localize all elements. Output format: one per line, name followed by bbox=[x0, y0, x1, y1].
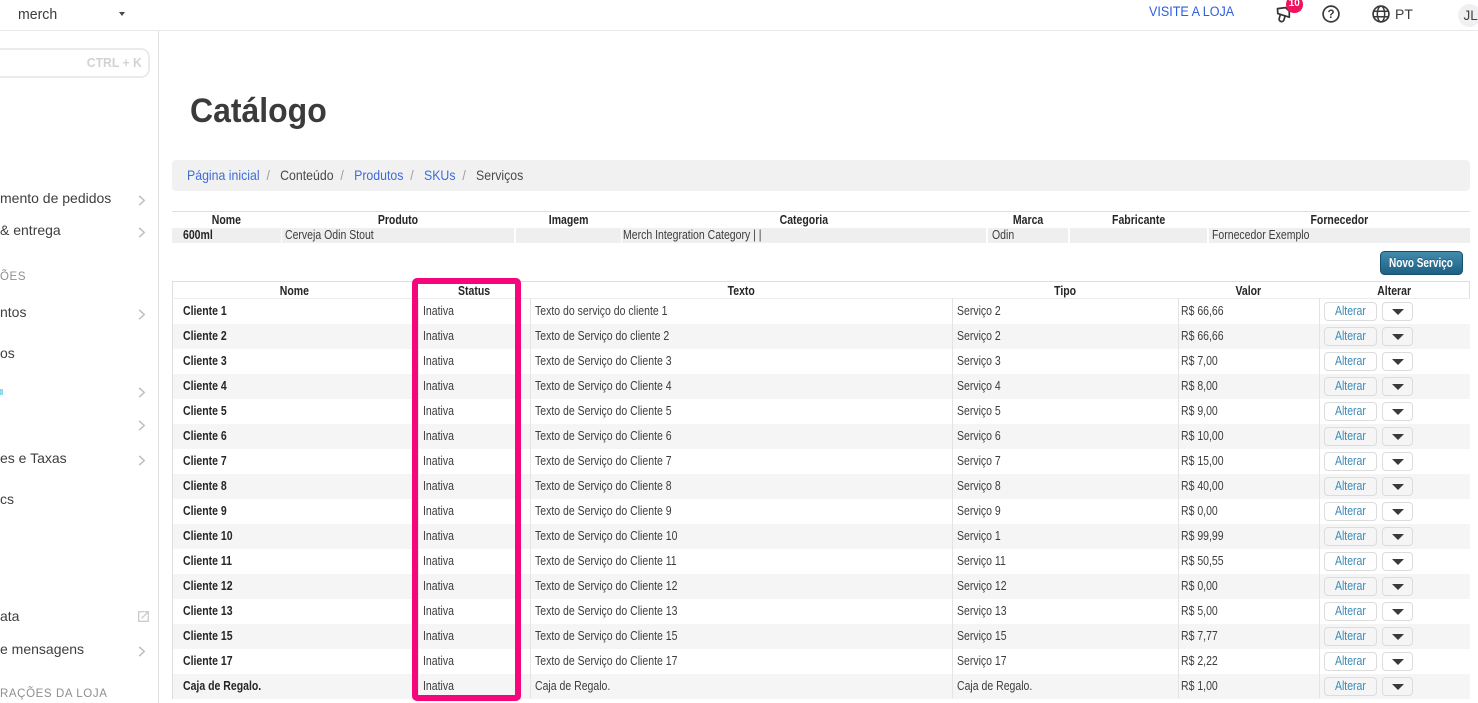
svg-text:?: ? bbox=[1327, 9, 1334, 21]
